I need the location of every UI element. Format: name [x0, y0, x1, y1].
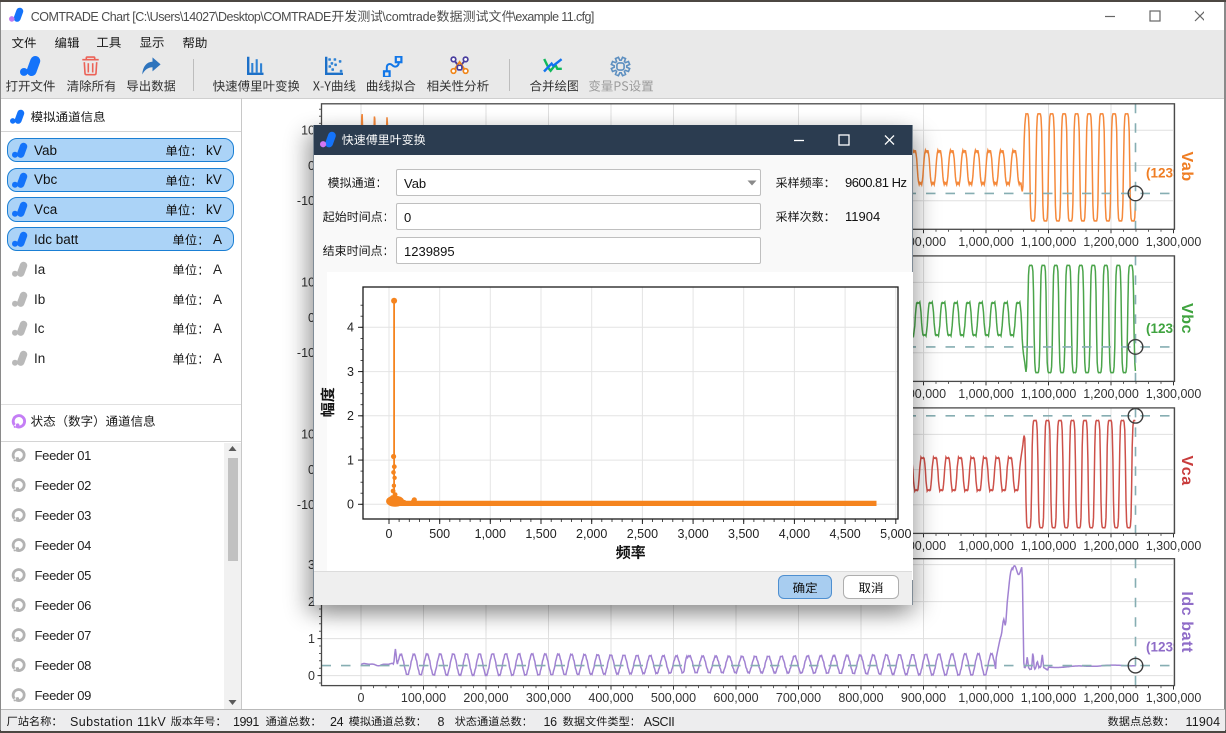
svg-text:0: 0: [358, 691, 365, 705]
svg-text:2: 2: [347, 409, 354, 423]
svg-text:3,500: 3,500: [728, 527, 759, 541]
svg-text:3: 3: [347, 365, 354, 379]
svg-text:1,300,000: 1,300,000: [1146, 235, 1202, 249]
svg-text:1,100,000: 1,100,000: [1021, 539, 1077, 553]
svg-text:0: 0: [308, 669, 315, 683]
svg-text:0: 0: [386, 527, 393, 541]
svg-text:500,000: 500,000: [651, 691, 696, 705]
svg-text:(1239: (1239: [1146, 639, 1181, 654]
svg-text:1,200,000: 1,200,000: [1083, 387, 1139, 401]
svg-text:400,000: 400,000: [588, 691, 633, 705]
svg-text:1,000,000: 1,000,000: [958, 235, 1014, 249]
svg-text:5,000: 5,000: [880, 527, 911, 541]
svg-text:1: 1: [308, 632, 315, 646]
svg-text:Idc batt: Idc batt: [1178, 591, 1195, 653]
svg-text:(1239: (1239: [1146, 166, 1181, 181]
svg-text:4,500: 4,500: [829, 527, 860, 541]
svg-text:1,200,000: 1,200,000: [1083, 235, 1139, 249]
svg-text:0: 0: [347, 498, 354, 512]
svg-text:1: 1: [347, 453, 354, 467]
svg-text:1,000,000: 1,000,000: [958, 539, 1014, 553]
svg-text:300,000: 300,000: [526, 691, 571, 705]
svg-text:600,000: 600,000: [713, 691, 758, 705]
svg-text:200,000: 200,000: [463, 691, 508, 705]
svg-text:4,000: 4,000: [779, 527, 810, 541]
svg-text:1,000,000: 1,000,000: [958, 387, 1014, 401]
svg-text:1,300,000: 1,300,000: [1146, 539, 1202, 553]
svg-text:Vab: Vab: [1178, 151, 1195, 181]
svg-text:1,100,000: 1,100,000: [1021, 235, 1077, 249]
svg-text:Vca: Vca: [1178, 455, 1195, 485]
svg-text:2,500: 2,500: [627, 527, 658, 541]
svg-text:1,100,000: 1,100,000: [1021, 691, 1077, 705]
svg-text:3,000: 3,000: [677, 527, 708, 541]
svg-text:Vbc: Vbc: [1178, 303, 1195, 334]
svg-text:1,000,000: 1,000,000: [958, 691, 1014, 705]
svg-text:1,000: 1,000: [475, 527, 506, 541]
svg-text:1,300,000: 1,300,000: [1146, 691, 1202, 705]
svg-text:100,000: 100,000: [401, 691, 446, 705]
svg-text:900,000: 900,000: [901, 691, 946, 705]
svg-text:1,300,000: 1,300,000: [1146, 387, 1202, 401]
svg-text:1,100,000: 1,100,000: [1021, 387, 1077, 401]
svg-text:700,000: 700,000: [776, 691, 821, 705]
svg-text:500: 500: [429, 527, 450, 541]
svg-text:1,200,000: 1,200,000: [1083, 539, 1139, 553]
svg-text:1,200,000: 1,200,000: [1083, 691, 1139, 705]
svg-text:(1239: (1239: [1146, 321, 1181, 336]
svg-text:4: 4: [347, 321, 354, 335]
svg-text:2,000: 2,000: [576, 527, 607, 541]
svg-text:1,500: 1,500: [525, 527, 556, 541]
svg-text:800,000: 800,000: [838, 691, 883, 705]
